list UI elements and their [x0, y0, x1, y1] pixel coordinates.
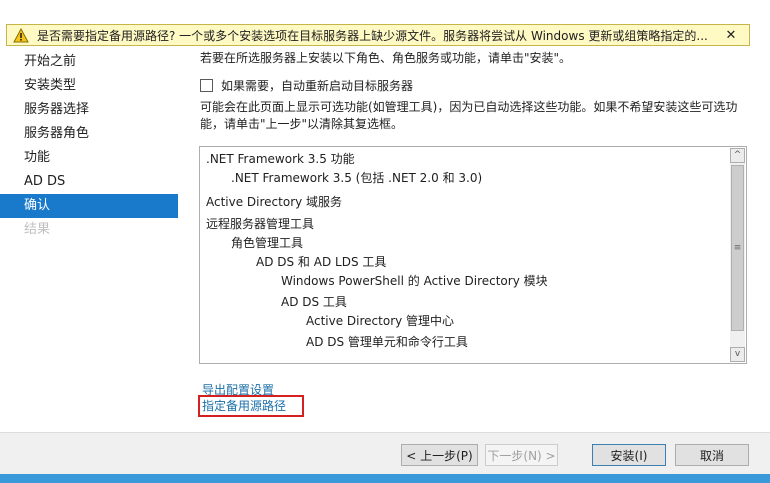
page-description: 若要在所选服务器上安装以下角色、角色服务或功能，请单击"安装"。: [200, 51, 572, 65]
warning-text: 是否需要指定备用源路径? 一个或多个安装选项在目标服务器上缺少源文件。服务器将尝…: [37, 28, 708, 43]
warning-banner: 是否需要指定备用源路径? 一个或多个安装选项在目标服务器上缺少源文件。服务器将尝…: [6, 24, 750, 46]
restart-option[interactable]: 如果需要，自动重新启动目标服务器: [200, 77, 413, 94]
optional-features-info: 可能会在此页面上显示可选功能(如管理工具)，因为已自动选择这些功能。如果不希望安…: [200, 99, 760, 133]
feature-item: 角色管理工具: [231, 236, 304, 250]
scroll-thumb[interactable]: ≡: [731, 165, 744, 331]
warning-icon: [13, 26, 31, 44]
selected-features-list[interactable]: .NET Framework 3.5 功能 .NET Framework 3.5…: [199, 146, 747, 364]
restart-checkbox-label[interactable]: 如果需要，自动重新启动目标服务器: [221, 77, 413, 94]
nav-item-server-selection[interactable]: 服务器选择: [0, 98, 178, 122]
install-button[interactable]: 安装(I): [592, 444, 666, 466]
restart-checkbox[interactable]: [200, 79, 213, 92]
previous-button[interactable]: < 上一步(P): [401, 444, 478, 466]
grip-icon: ≡: [733, 243, 742, 253]
feature-item: .NET Framework 3.5 功能: [206, 152, 355, 166]
nav-item-before-you-begin[interactable]: 开始之前: [0, 50, 178, 74]
scroll-up-button[interactable]: ^: [730, 148, 745, 163]
scroll-down-button[interactable]: v: [730, 347, 745, 362]
nav-item-features[interactable]: 功能: [0, 146, 178, 170]
highlight-annotation: [198, 395, 304, 417]
info-line-1: 可能会在此页面上显示可选功能(如管理工具)，因为已自动选择这些功能。如果不希望安…: [200, 100, 738, 114]
vertical-scrollbar[interactable]: ^ ≡ v: [730, 148, 745, 362]
feature-item: AD DS 工具: [281, 295, 347, 309]
nav-item-results: 结果: [24, 222, 51, 237]
nav-item-server-roles[interactable]: 服务器角色: [0, 122, 178, 146]
feature-list: .NET Framework 3.5 功能 .NET Framework 3.5…: [200, 147, 729, 363]
feature-item: Active Directory 管理中心: [306, 314, 455, 328]
nav-item-ad-ds[interactable]: AD DS: [0, 170, 178, 194]
wizard-nav: 开始之前 安装类型 服务器选择 服务器角色 功能 AD DS 确认 结果: [0, 50, 178, 242]
taskbar-edge: [0, 474, 770, 483]
nav-item-confirmation[interactable]: 确认: [0, 194, 178, 218]
info-line-2: 能，请单击"上一步"以清除其复选框。: [200, 117, 404, 131]
feature-item: Windows PowerShell 的 Active Directory 模块: [281, 274, 548, 288]
feature-item: 远程服务器管理工具: [206, 217, 315, 231]
wizard-footer: < 上一步(P) 下一步(N) > 安装(I) 取消: [0, 432, 770, 475]
next-button: 下一步(N) >: [485, 444, 558, 466]
cancel-button[interactable]: 取消: [675, 444, 749, 466]
nav-item-installation-type[interactable]: 安装类型: [0, 74, 178, 98]
feature-item: .NET Framework 3.5 (包括 .NET 2.0 和 3.0): [231, 171, 483, 185]
feature-item: AD DS 管理单元和命令行工具: [306, 335, 468, 349]
feature-item: AD DS 和 AD LDS 工具: [256, 255, 387, 269]
feature-item: Active Directory 域服务: [206, 195, 343, 209]
close-icon[interactable]: ✕: [721, 28, 741, 43]
